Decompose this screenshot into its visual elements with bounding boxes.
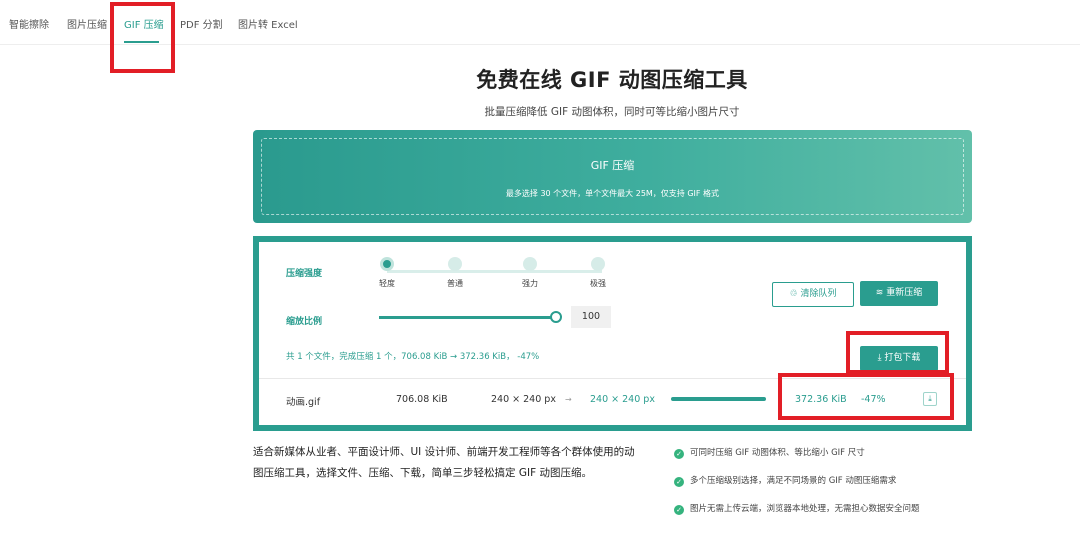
trash-icon: ♲: [789, 289, 798, 299]
file-name: 动画.gif: [286, 397, 321, 408]
recompress-button[interactable]: ≋ 重新压缩: [860, 281, 938, 306]
file-progress-bar: [671, 397, 766, 401]
tool-description: 适合新媒体从业者、平面设计师、UI 设计师、前端开发工程师等各个群体使用的动图压…: [253, 446, 635, 479]
scale-value-input[interactable]: 100: [571, 306, 611, 328]
recompress-label: 重新压缩: [886, 288, 923, 298]
strength-option-normal[interactable]: 普通: [435, 278, 475, 289]
strength-track: [387, 270, 602, 273]
highlight-box-download-all: [846, 331, 949, 374]
scale-slider-track[interactable]: [379, 316, 556, 319]
nav-item-image-to-excel[interactable]: 图片转 Excel: [238, 16, 298, 31]
feature-item: ✓ 多个压缩级别选择，满足不同场景的 GIF 动图压缩需求: [674, 474, 896, 487]
layers-icon: ≋: [875, 288, 884, 298]
nav-item-image-compress[interactable]: 图片压缩: [67, 16, 107, 31]
highlight-box-nav: [110, 2, 175, 73]
feature-item: ✓ 图片无需上传云端，浏览器本地处理，无需担心数据安全问题: [674, 502, 920, 515]
strength-dot-light[interactable]: [380, 257, 394, 271]
feature-item: ✓ 可同时压缩 GIF 动图体积、等比缩小 GIF 尺寸: [674, 446, 865, 459]
scale-slider-handle[interactable]: [550, 311, 562, 323]
file-original-size: 706.08 KiB: [396, 394, 448, 405]
strength-label: 压缩强度: [286, 269, 323, 279]
highlight-box-file-result: [778, 373, 954, 420]
strength-option-strong[interactable]: 强力: [510, 278, 550, 289]
check-icon: ✓: [674, 449, 684, 459]
strength-dot-extreme[interactable]: [591, 257, 605, 271]
nav-item-pdf-split[interactable]: PDF 分割: [180, 16, 223, 31]
check-icon: ✓: [674, 477, 684, 487]
check-icon: ✓: [674, 505, 684, 515]
nav-item-smart-erase[interactable]: 智能擦除: [9, 16, 49, 31]
clear-queue-label: 清除队列: [800, 289, 837, 299]
file-new-dims: 240 × 240 px: [590, 394, 655, 405]
upload-title: GIF 压缩: [590, 159, 635, 172]
scale-label: 缩放比例: [286, 317, 323, 327]
arrow-icon: →: [565, 395, 572, 404]
strength-option-light[interactable]: 轻度: [367, 278, 407, 289]
strength-dot-normal[interactable]: [448, 257, 462, 271]
strength-option-extreme[interactable]: 极强: [578, 278, 618, 289]
strength-dot-strong[interactable]: [523, 257, 537, 271]
feature-text: 可同时压缩 GIF 动图体积、等比缩小 GIF 尺寸: [690, 448, 865, 458]
feature-text: 多个压缩级别选择，满足不同场景的 GIF 动图压缩需求: [690, 476, 897, 486]
compress-summary: 共 1 个文件，完成压缩 1 个，706.08 KiB → 372.36 KiB…: [286, 352, 540, 362]
feature-text: 图片无需上传云端，浏览器本地处理，无需担心数据安全问题: [690, 504, 920, 514]
upload-dropzone[interactable]: GIF 压缩 最多选择 30 个文件，单个文件最大 25M，仅支持 GIF 格式: [253, 130, 972, 223]
upload-description: 最多选择 30 个文件，单个文件最大 25M，仅支持 GIF 格式: [505, 189, 720, 198]
page-title: 免费在线 GIF 动图压缩工具: [476, 68, 748, 92]
upload-dashed-border: [261, 138, 964, 215]
file-original-dims: 240 × 240 px: [491, 394, 556, 405]
page-subtitle: 批量压缩降低 GIF 动图体积，同时可等比缩小图片尺寸: [484, 106, 740, 118]
clear-queue-button[interactable]: ♲ 清除队列: [772, 282, 854, 307]
